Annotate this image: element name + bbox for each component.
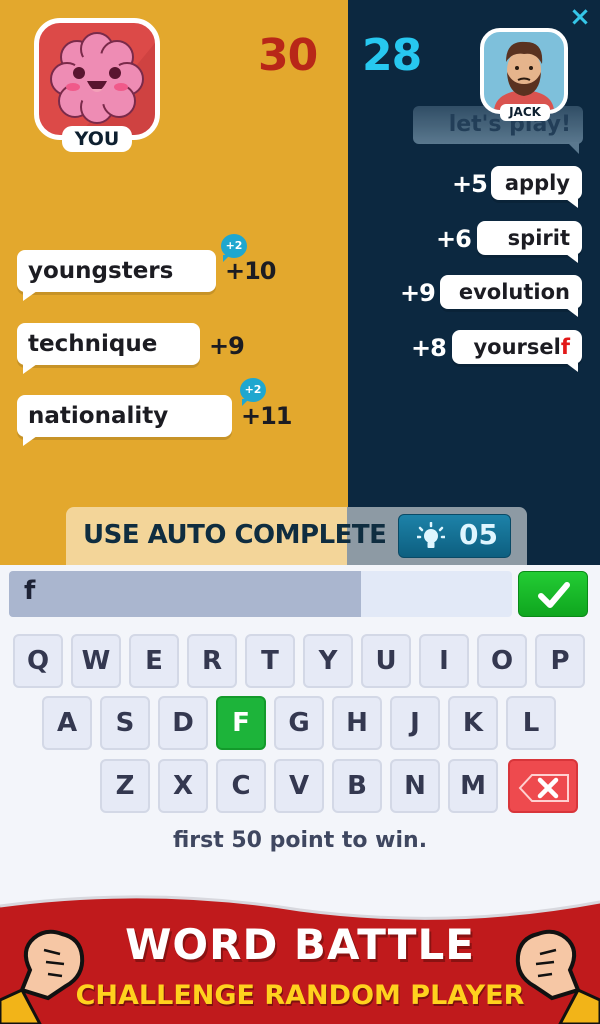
close-icon[interactable]: × <box>568 4 592 30</box>
key-q[interactable]: Q <box>13 634 63 688</box>
key-m[interactable]: M <box>448 759 498 813</box>
key-v[interactable]: V <box>274 759 324 813</box>
key-z[interactable]: Z <box>100 759 150 813</box>
your-avatar <box>34 18 160 140</box>
key-u[interactable]: U <box>361 634 411 688</box>
your-word-bubble: youngsters <box>17 250 216 301</box>
banner-subtitle: CHALLENGE RANDOM PLAYER <box>75 980 525 1011</box>
your-word-points: +10 <box>225 257 277 285</box>
auto-complete-label: USE AUTO COMPLETE <box>83 520 387 550</box>
word-input-value: f <box>24 576 36 606</box>
opponent-name-tag: JACK <box>500 104 550 121</box>
backspace-key[interactable] <box>508 759 578 813</box>
opponent-score: 28 <box>362 30 422 81</box>
key-p[interactable]: P <box>535 634 585 688</box>
your-word-bubble: technique <box>17 323 200 374</box>
your-word-bubble: nationality <box>17 395 232 446</box>
your-name-tag: YOU <box>62 126 132 152</box>
key-g[interactable]: G <box>274 696 324 750</box>
key-s[interactable]: S <box>100 696 150 750</box>
key-b[interactable]: B <box>332 759 382 813</box>
opponent-word-bubble: apply <box>491 166 582 208</box>
auto-complete-button[interactable]: USE AUTO COMPLETE 05 <box>66 507 527 565</box>
word-prefix: yoursel <box>473 335 561 359</box>
key-a[interactable]: A <box>42 696 92 750</box>
word-input[interactable]: f <box>9 571 512 617</box>
key-o[interactable]: O <box>477 634 527 688</box>
key-n[interactable]: N <box>390 759 440 813</box>
opponent-word-points: +9 <box>400 279 436 307</box>
promo-banner: WORD BATTLE CHALLENGE RANDOM PLAYER <box>0 890 600 1024</box>
key-i[interactable]: I <box>419 634 469 688</box>
key-l[interactable]: L <box>506 696 556 750</box>
banner-title: WORD BATTLE <box>125 920 475 969</box>
bonus-badge: +2 <box>221 234 247 262</box>
key-w[interactable]: W <box>71 634 121 688</box>
key-x[interactable]: X <box>158 759 208 813</box>
opponent-word-bubble: spirit <box>477 221 582 263</box>
your-word-points: +11 <box>241 402 293 430</box>
auto-complete-count-badge: 05 <box>398 514 511 558</box>
auto-complete-count: 05 <box>459 518 498 551</box>
key-h[interactable]: H <box>332 696 382 750</box>
key-e[interactable]: E <box>129 634 179 688</box>
win-condition-hint: first 50 point to win. <box>172 828 428 853</box>
your-word-points: +9 <box>209 332 245 360</box>
opponent-word-bubble: evolution <box>440 275 582 317</box>
key-c[interactable]: C <box>216 759 266 813</box>
key-k[interactable]: K <box>448 696 498 750</box>
checkmark-icon <box>538 582 570 608</box>
backspace-icon <box>518 774 569 802</box>
opponent-word-points: +8 <box>411 334 447 362</box>
word-highlight: f <box>560 335 570 359</box>
brain-avatar-icon <box>50 32 155 135</box>
key-j[interactable]: J <box>390 696 440 750</box>
key-d[interactable]: D <box>158 696 208 750</box>
opponent-word-points: +5 <box>452 170 488 198</box>
your-score: 30 <box>258 30 318 81</box>
bonus-badge: +2 <box>240 378 266 406</box>
timer-progress-fill <box>9 571 362 617</box>
opponent-word-bubble: yourself <box>452 330 582 372</box>
bearded-man-avatar-icon <box>494 41 554 110</box>
submit-button[interactable] <box>518 571 588 617</box>
key-r[interactable]: R <box>187 634 237 688</box>
lightbulb-icon <box>415 521 447 552</box>
game-area: YOU 30 28 × let's play! JACK youngsters … <box>0 0 600 565</box>
key-f[interactable]: F <box>216 696 266 750</box>
opponent-word-points: +6 <box>436 225 472 253</box>
key-y[interactable]: Y <box>303 634 353 688</box>
opponent-avatar <box>480 28 568 114</box>
key-t[interactable]: T <box>245 634 295 688</box>
